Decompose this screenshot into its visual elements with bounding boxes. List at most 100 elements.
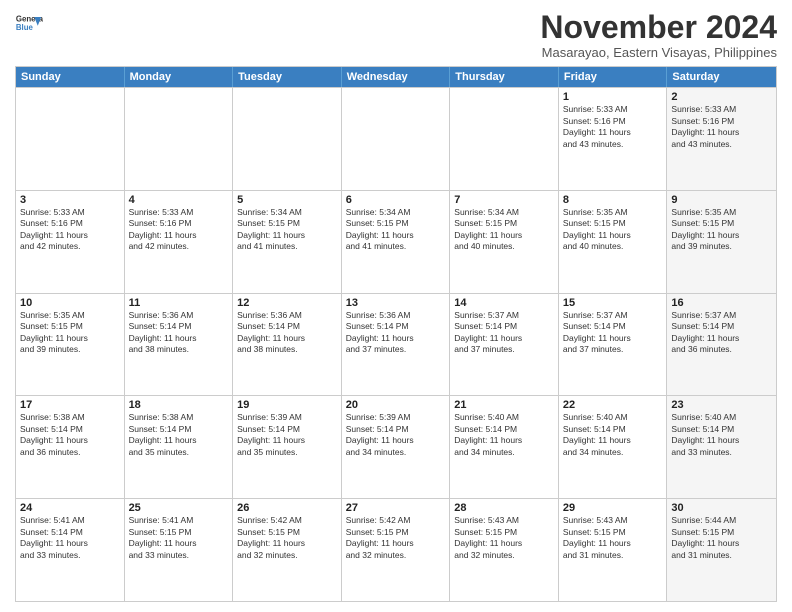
day-number: 8 [563, 194, 663, 206]
header-cell-friday: Friday [559, 67, 668, 87]
day-cell-10: 10Sunrise: 5:35 AM Sunset: 5:15 PM Dayli… [16, 294, 125, 396]
day-number: 29 [563, 502, 663, 514]
day-info: Sunrise: 5:34 AM Sunset: 5:15 PM Dayligh… [237, 207, 337, 253]
day-info: Sunrise: 5:35 AM Sunset: 5:15 PM Dayligh… [671, 207, 772, 253]
title-block: November 2024 Masarayao, Eastern Visayas… [540, 10, 777, 60]
day-number: 18 [129, 399, 229, 411]
day-number: 4 [129, 194, 229, 206]
day-cell-17: 17Sunrise: 5:38 AM Sunset: 5:14 PM Dayli… [16, 396, 125, 498]
day-info: Sunrise: 5:42 AM Sunset: 5:15 PM Dayligh… [237, 515, 337, 561]
day-number: 12 [237, 297, 337, 309]
day-cell-9: 9Sunrise: 5:35 AM Sunset: 5:15 PM Daylig… [667, 191, 776, 293]
day-cell-15: 15Sunrise: 5:37 AM Sunset: 5:14 PM Dayli… [559, 294, 668, 396]
day-cell-28: 28Sunrise: 5:43 AM Sunset: 5:15 PM Dayli… [450, 499, 559, 601]
day-cell-27: 27Sunrise: 5:42 AM Sunset: 5:15 PM Dayli… [342, 499, 451, 601]
header-cell-wednesday: Wednesday [342, 67, 451, 87]
day-number: 2 [671, 91, 772, 103]
day-cell-4: 4Sunrise: 5:33 AM Sunset: 5:16 PM Daylig… [125, 191, 234, 293]
day-number: 7 [454, 194, 554, 206]
day-number: 6 [346, 194, 446, 206]
day-number: 23 [671, 399, 772, 411]
empty-cell [450, 88, 559, 190]
day-cell-11: 11Sunrise: 5:36 AM Sunset: 5:14 PM Dayli… [125, 294, 234, 396]
day-info: Sunrise: 5:35 AM Sunset: 5:15 PM Dayligh… [20, 310, 120, 356]
day-cell-14: 14Sunrise: 5:37 AM Sunset: 5:14 PM Dayli… [450, 294, 559, 396]
day-number: 3 [20, 194, 120, 206]
day-cell-13: 13Sunrise: 5:36 AM Sunset: 5:14 PM Dayli… [342, 294, 451, 396]
day-info: Sunrise: 5:37 AM Sunset: 5:14 PM Dayligh… [454, 310, 554, 356]
day-cell-22: 22Sunrise: 5:40 AM Sunset: 5:14 PM Dayli… [559, 396, 668, 498]
day-info: Sunrise: 5:40 AM Sunset: 5:14 PM Dayligh… [563, 412, 663, 458]
header-cell-sunday: Sunday [16, 67, 125, 87]
svg-text:Blue: Blue [16, 23, 34, 32]
day-info: Sunrise: 5:35 AM Sunset: 5:15 PM Dayligh… [563, 207, 663, 253]
day-info: Sunrise: 5:40 AM Sunset: 5:14 PM Dayligh… [671, 412, 772, 458]
day-number: 21 [454, 399, 554, 411]
day-info: Sunrise: 5:43 AM Sunset: 5:15 PM Dayligh… [454, 515, 554, 561]
day-info: Sunrise: 5:34 AM Sunset: 5:15 PM Dayligh… [346, 207, 446, 253]
day-cell-2: 2Sunrise: 5:33 AM Sunset: 5:16 PM Daylig… [667, 88, 776, 190]
day-number: 19 [237, 399, 337, 411]
day-cell-6: 6Sunrise: 5:34 AM Sunset: 5:15 PM Daylig… [342, 191, 451, 293]
empty-cell [342, 88, 451, 190]
day-cell-19: 19Sunrise: 5:39 AM Sunset: 5:14 PM Dayli… [233, 396, 342, 498]
day-info: Sunrise: 5:38 AM Sunset: 5:14 PM Dayligh… [20, 412, 120, 458]
day-cell-30: 30Sunrise: 5:44 AM Sunset: 5:15 PM Dayli… [667, 499, 776, 601]
empty-cell [233, 88, 342, 190]
day-cell-1: 1Sunrise: 5:33 AM Sunset: 5:16 PM Daylig… [559, 88, 668, 190]
day-cell-29: 29Sunrise: 5:43 AM Sunset: 5:15 PM Dayli… [559, 499, 668, 601]
day-cell-25: 25Sunrise: 5:41 AM Sunset: 5:15 PM Dayli… [125, 499, 234, 601]
day-info: Sunrise: 5:33 AM Sunset: 5:16 PM Dayligh… [563, 104, 663, 150]
day-cell-7: 7Sunrise: 5:34 AM Sunset: 5:15 PM Daylig… [450, 191, 559, 293]
day-info: Sunrise: 5:33 AM Sunset: 5:16 PM Dayligh… [129, 207, 229, 253]
month-title: November 2024 [540, 10, 777, 45]
day-number: 9 [671, 194, 772, 206]
calendar: SundayMondayTuesdayWednesdayThursdayFrid… [15, 66, 777, 602]
empty-cell [16, 88, 125, 190]
day-info: Sunrise: 5:44 AM Sunset: 5:15 PM Dayligh… [671, 515, 772, 561]
logo: General Blue [15, 10, 43, 38]
header: General Blue November 2024 Masarayao, Ea… [15, 10, 777, 60]
location: Masarayao, Eastern Visayas, Philippines [540, 45, 777, 60]
day-number: 27 [346, 502, 446, 514]
page: General Blue November 2024 Masarayao, Ea… [0, 0, 792, 612]
calendar-row: 24Sunrise: 5:41 AM Sunset: 5:14 PM Dayli… [16, 498, 776, 601]
day-number: 26 [237, 502, 337, 514]
day-info: Sunrise: 5:39 AM Sunset: 5:14 PM Dayligh… [237, 412, 337, 458]
day-number: 28 [454, 502, 554, 514]
day-cell-5: 5Sunrise: 5:34 AM Sunset: 5:15 PM Daylig… [233, 191, 342, 293]
header-cell-thursday: Thursday [450, 67, 559, 87]
day-number: 10 [20, 297, 120, 309]
day-cell-12: 12Sunrise: 5:36 AM Sunset: 5:14 PM Dayli… [233, 294, 342, 396]
empty-cell [125, 88, 234, 190]
day-cell-16: 16Sunrise: 5:37 AM Sunset: 5:14 PM Dayli… [667, 294, 776, 396]
logo-icon: General Blue [15, 10, 43, 38]
day-number: 13 [346, 297, 446, 309]
day-info: Sunrise: 5:41 AM Sunset: 5:15 PM Dayligh… [129, 515, 229, 561]
day-number: 16 [671, 297, 772, 309]
day-number: 1 [563, 91, 663, 103]
calendar-row: 1Sunrise: 5:33 AM Sunset: 5:16 PM Daylig… [16, 87, 776, 190]
day-cell-24: 24Sunrise: 5:41 AM Sunset: 5:14 PM Dayli… [16, 499, 125, 601]
day-info: Sunrise: 5:43 AM Sunset: 5:15 PM Dayligh… [563, 515, 663, 561]
day-number: 14 [454, 297, 554, 309]
calendar-row: 3 Sunrise: 5:33 AM Sunset: 5:16 PM Daylig… [16, 190, 776, 293]
day-info: Sunrise: 5:36 AM Sunset: 5:14 PM Dayligh… [237, 310, 337, 356]
day-number: 5 [237, 194, 337, 206]
day-info: Sunrise: 5:36 AM Sunset: 5:14 PM Dayligh… [129, 310, 229, 356]
day-cell-3: 3Sunrise: 5:33 AM Sunset: 5:16 PM Daylig… [16, 191, 125, 293]
day-cell-8: 8Sunrise: 5:35 AM Sunset: 5:15 PM Daylig… [559, 191, 668, 293]
day-cell-20: 20Sunrise: 5:39 AM Sunset: 5:14 PM Dayli… [342, 396, 451, 498]
day-info: Sunrise: 5:37 AM Sunset: 5:14 PM Dayligh… [563, 310, 663, 356]
day-info: Sunrise: 5:40 AM Sunset: 5:14 PM Dayligh… [454, 412, 554, 458]
day-number: 20 [346, 399, 446, 411]
day-number: 15 [563, 297, 663, 309]
day-cell-18: 18Sunrise: 5:38 AM Sunset: 5:14 PM Dayli… [125, 396, 234, 498]
day-cell-21: 21Sunrise: 5:40 AM Sunset: 5:14 PM Dayli… [450, 396, 559, 498]
day-cell-23: 23Sunrise: 5:40 AM Sunset: 5:14 PM Dayli… [667, 396, 776, 498]
day-number: 24 [20, 502, 120, 514]
day-cell-26: 26Sunrise: 5:42 AM Sunset: 5:15 PM Dayli… [233, 499, 342, 601]
calendar-row: 10Sunrise: 5:35 AM Sunset: 5:15 PM Dayli… [16, 293, 776, 396]
day-number: 22 [563, 399, 663, 411]
calendar-row: 17Sunrise: 5:38 AM Sunset: 5:14 PM Dayli… [16, 395, 776, 498]
